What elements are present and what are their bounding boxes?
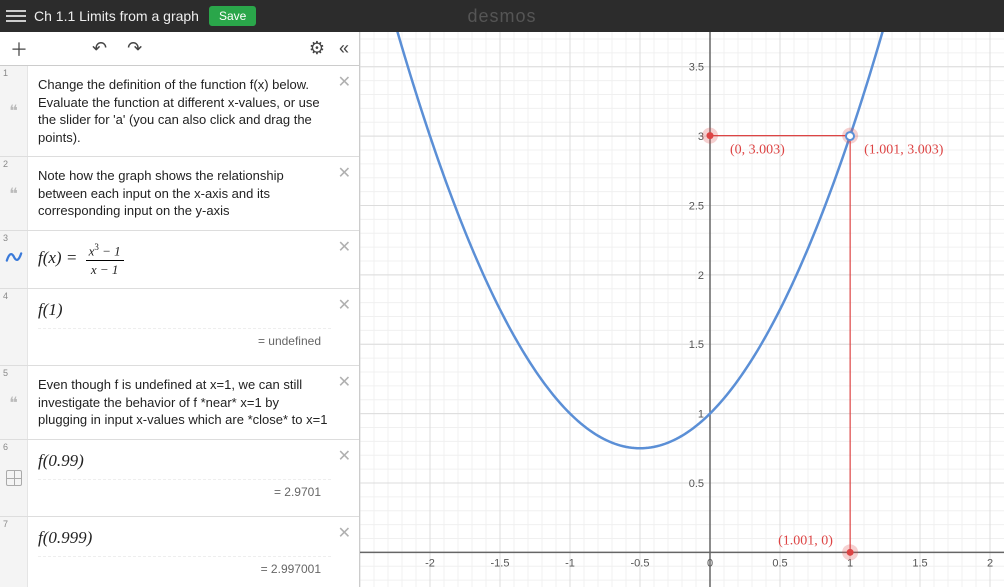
svg-text:-1.5: -1.5	[491, 557, 510, 569]
svg-text:(1.001, 3.003): (1.001, 3.003)	[864, 143, 944, 158]
menu-icon[interactable]	[6, 6, 26, 26]
svg-text:(1.001, 0): (1.001, 0)	[778, 533, 833, 548]
svg-text:(0, 3.003): (0, 3.003)	[730, 143, 785, 158]
function-color-icon[interactable]	[5, 248, 23, 271]
app-header: Ch 1.1 Limits from a graph Save desmos	[0, 0, 1004, 32]
list-item[interactable]: 3 ✕ f(x) = x3 − 1x − 1	[0, 231, 359, 289]
svg-text:2: 2	[987, 557, 993, 569]
close-icon[interactable]: ✕	[338, 372, 351, 394]
quote-icon: ❝	[9, 184, 18, 204]
close-icon[interactable]: ✕	[338, 446, 351, 468]
collapse-panel-icon[interactable]: «	[335, 36, 353, 61]
quote-icon: ❝	[9, 393, 18, 413]
svg-text:0: 0	[707, 557, 713, 569]
list-item[interactable]: 4 ✕ f(1) = undefined	[0, 289, 359, 366]
svg-text:1.5: 1.5	[912, 557, 927, 569]
svg-text:3.5: 3.5	[689, 62, 704, 74]
note-text[interactable]: Note how the graph shows the relationshi…	[38, 168, 284, 218]
svg-text:-2: -2	[425, 557, 435, 569]
svg-text:1.5: 1.5	[689, 339, 704, 351]
svg-text:0.5: 0.5	[772, 557, 787, 569]
expression-input[interactable]: f(0.99)	[38, 451, 84, 470]
brand-logo: desmos	[467, 6, 536, 27]
list-item[interactable]: 6 ✕ f(0.99) = 2.9701	[0, 440, 359, 517]
graph-canvas[interactable]: -2-1.5-1-0.500.511.520.511.522.533.5(0, …	[360, 32, 1004, 587]
svg-text:-0.5: -0.5	[631, 557, 650, 569]
graph-title[interactable]: Ch 1.1 Limits from a graph	[34, 8, 199, 24]
list-item[interactable]: 5❝ ✕ Even though f is undefined at x=1, …	[0, 366, 359, 440]
list-item[interactable]: 2❝ ✕ Note how the graph shows the relati…	[0, 157, 359, 231]
expression-input[interactable]: f(0.999)	[38, 528, 92, 547]
expression-input[interactable]: f(x) = x3 − 1x − 1	[38, 248, 124, 267]
expression-result: = 2.997001	[38, 556, 331, 583]
redo-button[interactable]: ↷	[123, 36, 146, 61]
svg-text:0.5: 0.5	[689, 478, 704, 490]
panel-toolbar: ＋ ↶ ↷ ⚙ «	[0, 32, 359, 66]
close-icon[interactable]: ✕	[338, 163, 351, 185]
expression-result: = 2.9701	[38, 479, 331, 506]
close-icon[interactable]: ✕	[338, 237, 351, 259]
expression-panel: ＋ ↶ ↷ ⚙ « 1❝ ✕ Change the definition of …	[0, 32, 360, 587]
expression-list: 1❝ ✕ Change the definition of the functi…	[0, 66, 359, 587]
add-expression-button[interactable]: ＋	[6, 34, 32, 64]
note-text[interactable]: Even though f is undefined at x=1, we ca…	[38, 377, 327, 427]
undo-button[interactable]: ↶	[88, 36, 111, 61]
close-icon[interactable]: ✕	[338, 72, 351, 94]
save-button[interactable]: Save	[209, 6, 256, 26]
expression-result: = undefined	[38, 328, 331, 355]
svg-text:-1: -1	[565, 557, 575, 569]
svg-text:2: 2	[698, 270, 704, 282]
note-text[interactable]: Change the definition of the function f(…	[38, 77, 320, 145]
settings-gear-icon[interactable]: ⚙	[305, 36, 329, 61]
list-item[interactable]: 1❝ ✕ Change the definition of the functi…	[0, 66, 359, 157]
expression-input[interactable]: f(1)	[38, 300, 63, 319]
table-icon[interactable]	[6, 470, 22, 486]
list-item[interactable]: 7 ✕ f(0.999) = 2.997001	[0, 517, 359, 587]
close-icon[interactable]: ✕	[338, 523, 351, 545]
quote-icon: ❝	[9, 101, 18, 121]
close-icon[interactable]: ✕	[338, 295, 351, 317]
svg-text:2.5: 2.5	[689, 200, 704, 212]
